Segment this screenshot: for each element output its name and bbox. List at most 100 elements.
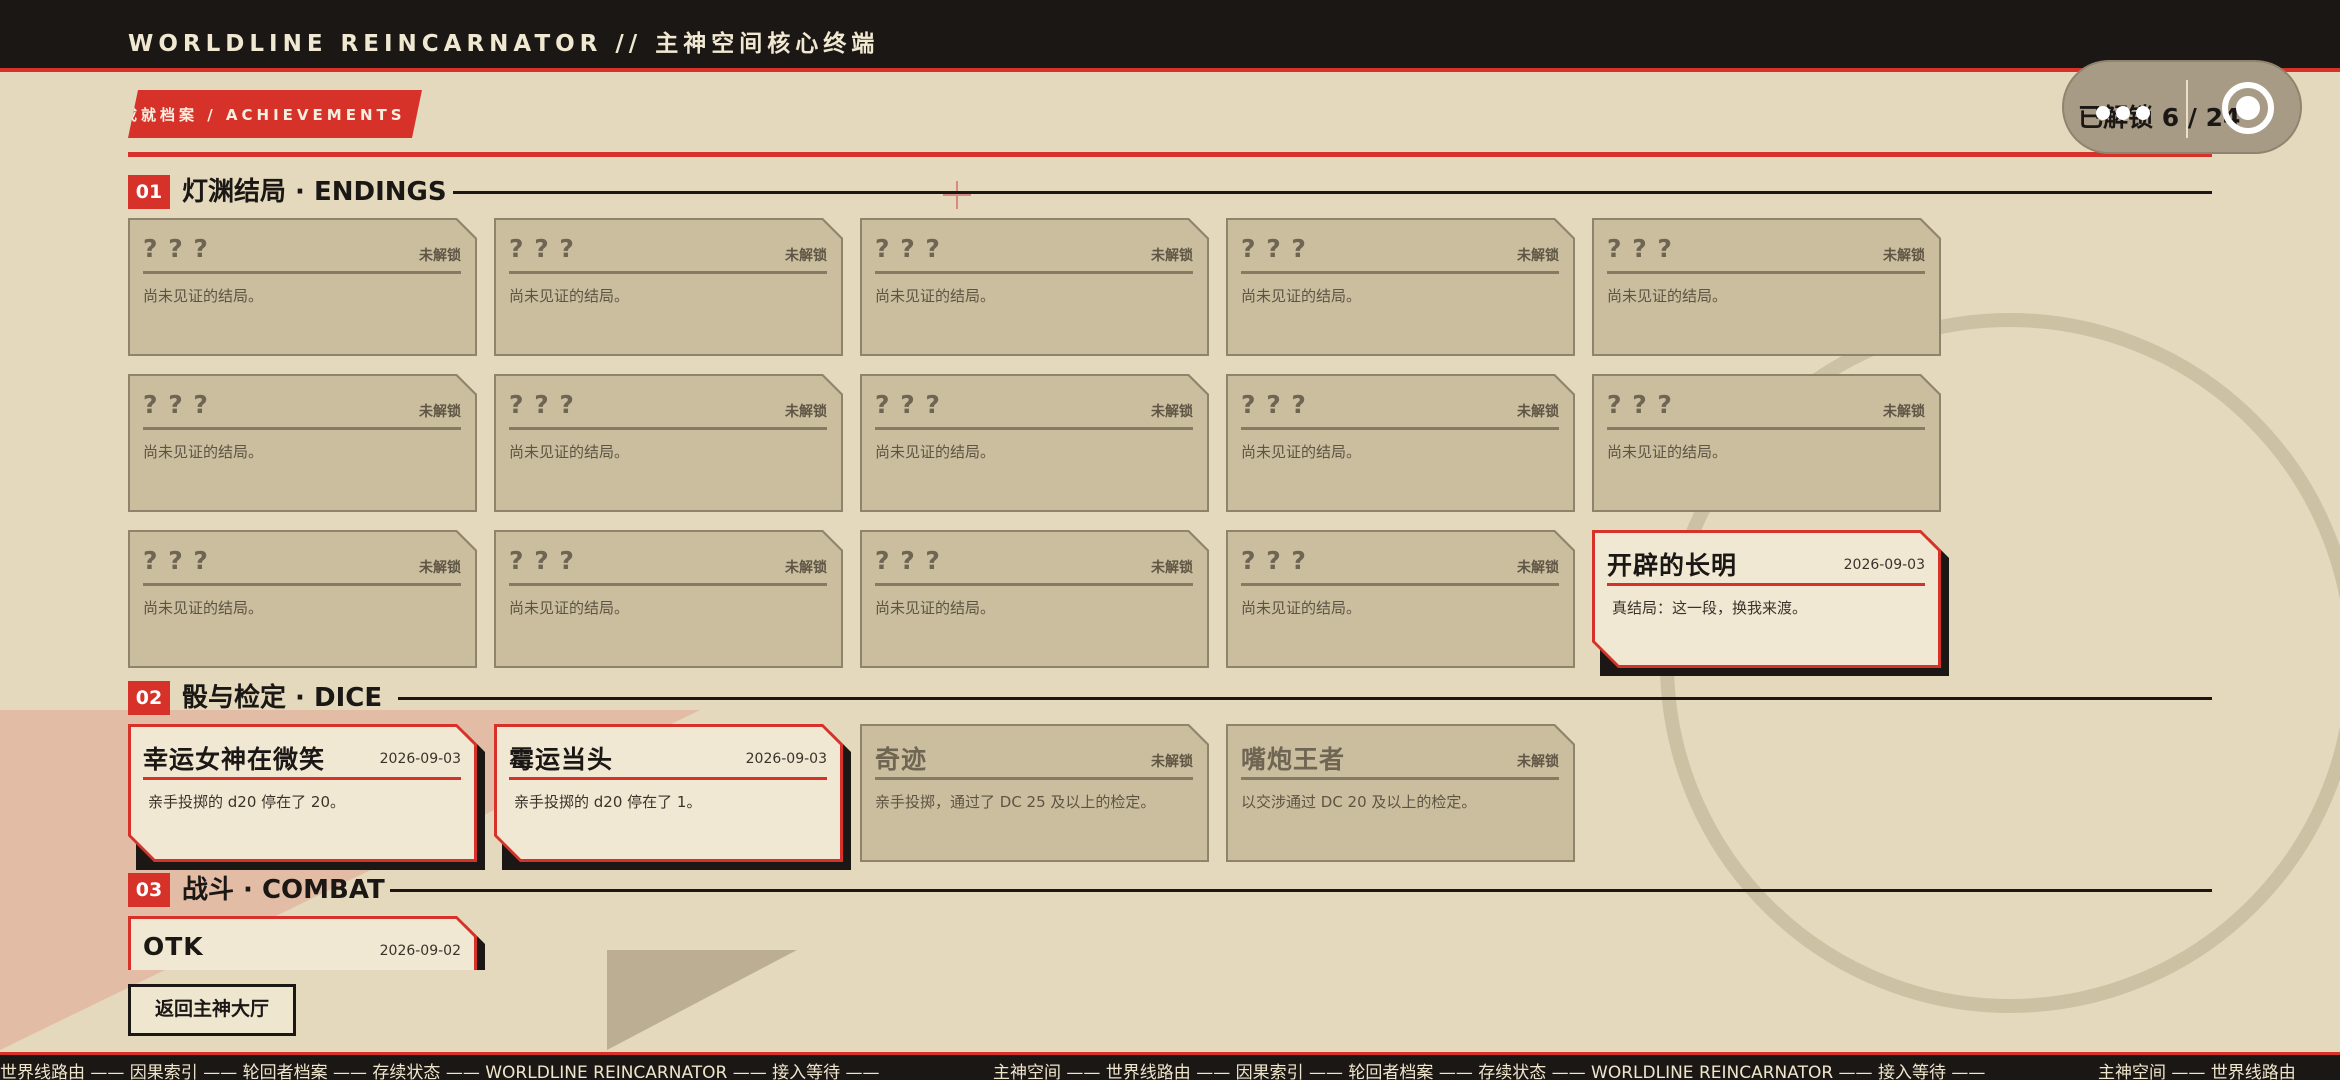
achievement-title: 奇迹: [875, 745, 928, 774]
achievement-card[interactable]: ? ? ? 未解锁 尚未见证的结局。: [1226, 374, 1575, 512]
achievement-date: 2026-09-02: [379, 943, 461, 959]
achievement-card[interactable]: ? ? ? 未解锁尚未见证的结局。: [128, 374, 477, 512]
card-divider: [1241, 427, 1559, 430]
card-divider: [1241, 777, 1559, 780]
card-divider: [509, 271, 827, 274]
card-divider: [1607, 271, 1925, 274]
lock-status-label: 未解锁: [1517, 560, 1559, 576]
category-header-combat: 03 战斗 · COMBAT: [128, 873, 2212, 907]
card-divider: [875, 583, 1193, 586]
achievement-card[interactable]: 幸运女神在微笑 2026-09-03 亲手投掷的 d20 停在了 20。: [128, 724, 477, 862]
return-to-hall-button[interactable]: 返回主神大厅: [128, 984, 296, 1036]
achievement-title: ? ? ?: [875, 546, 941, 575]
lock-status-label: 未解锁: [419, 404, 461, 420]
achievement-description: 尚未见证的结局。: [1241, 443, 1362, 461]
counter-divider: [2186, 80, 2188, 138]
achievement-title: ? ? ?: [875, 390, 941, 419]
achievement-description: 尚未见证的结局。: [1241, 287, 1362, 305]
loading-dots-icon: [2096, 104, 2156, 124]
achievement-card[interactable]: ? ? ? 未解锁 尚未见证的结局。: [860, 530, 1209, 668]
achievement-card[interactable]: ? ? ? 未解锁尚未见证的结局。: [128, 218, 477, 356]
achievement-date: 2026-09-03: [379, 751, 461, 767]
card-divider: [875, 777, 1193, 780]
lock-status-label: 未解锁: [785, 404, 827, 420]
card-divider: [143, 271, 461, 274]
lock-status-label: 未解锁: [1883, 248, 1925, 264]
lock-status-label: 未解锁: [1517, 404, 1559, 420]
achievement-card[interactable]: 奇迹 未解锁亲手投掷，通过了 DC 25 及以上的检定。: [860, 724, 1209, 862]
achievement-title: ? ? ?: [143, 546, 209, 575]
achievement-title: ? ? ?: [1607, 390, 1673, 419]
category-header-dice: 02 骰与检定 · DICE: [128, 681, 2212, 715]
category-divider: [453, 191, 2212, 194]
card-divider: [1607, 583, 1925, 586]
achievement-description: 尚未见证的结局。: [1607, 443, 1728, 461]
target-icon[interactable]: [2222, 82, 2274, 134]
achievement-card[interactable]: ? ? ? 未解锁尚未见证的结局。: [1592, 218, 1941, 356]
category-title: 骰与检定 · DICE: [182, 683, 383, 713]
lock-status-label: 未解锁: [785, 560, 827, 576]
achievement-description: 真结局：这一段，换我来渡。: [1612, 599, 1808, 617]
achievement-description: 尚未见证的结局。: [143, 443, 264, 461]
card-divider: [509, 427, 827, 430]
achievement-card[interactable]: ? ? ? 未解锁 尚未见证的结局。: [128, 530, 477, 668]
achievement-description: 尚未见证的结局。: [875, 599, 996, 617]
top-bar: WORLDLINE REINCARNATOR // 主神空间核心终端: [0, 0, 2340, 72]
achievement-card[interactable]: 嘴炮王者 未解锁 以交涉通过 DC 20 及以上的检定。: [1226, 724, 1575, 862]
ticker-text: 主神空间 —— 世界线路由: [2098, 1063, 2296, 1080]
achievement-card[interactable]: ? ? ? 未解锁尚未见证的结局。: [1592, 374, 1941, 512]
achievement-description: 尚未见证的结局。: [509, 443, 630, 461]
achievement-title: ? ? ?: [875, 234, 941, 263]
achievement-description: 尚未见证的结局。: [1607, 287, 1728, 305]
card-divider: [1241, 271, 1559, 274]
achievement-description: 尚未见证的结局。: [143, 287, 264, 305]
category-divider: [398, 697, 2212, 700]
achievement-title: 开辟的长明: [1607, 551, 1738, 580]
achievement-card[interactable]: ? ? ? 未解锁 尚未见证的结局。: [494, 218, 843, 356]
card-divider: [875, 271, 1193, 274]
achievement-description: 以交涉通过 DC 20 及以上的检定。: [1241, 793, 1477, 811]
category-header-endings: 01 灯渊结局 · ENDINGS: [128, 175, 2212, 209]
achievement-description: 尚未见证的结局。: [509, 287, 630, 305]
achievement-description: 尚未见证的结局。: [509, 599, 630, 617]
category-title: 灯渊结局 · ENDINGS: [182, 177, 447, 207]
achievement-title: ? ? ?: [509, 234, 575, 263]
achievement-title: ? ? ?: [1241, 234, 1307, 263]
achievement-title: ? ? ?: [1607, 234, 1673, 263]
category-number: 01: [128, 175, 170, 209]
lock-status-label: 未解锁: [1151, 754, 1193, 770]
unlock-counter: 已解锁 6 / 24: [2062, 60, 2302, 154]
achievement-card[interactable]: ? ? ? 未解锁 尚未见证的结局。: [494, 374, 843, 512]
achievement-card[interactable]: 开辟的长明 2026-09-03 真结局：这一段，换我来渡。: [1592, 530, 1941, 668]
achievement-title: ? ? ?: [1241, 546, 1307, 575]
card-divider: [509, 583, 827, 586]
lock-status-label: 未解锁: [419, 560, 461, 576]
card-divider: [875, 427, 1193, 430]
lock-status-label: 未解锁: [1151, 404, 1193, 420]
achievement-description: 尚未见证的结局。: [1241, 599, 1362, 617]
achievement-title: ? ? ?: [143, 390, 209, 419]
achievement-card[interactable]: OTK 2026-09-02: [128, 916, 477, 970]
achievement-card[interactable]: ? ? ? 未解锁尚未见证的结局。: [1226, 530, 1575, 668]
card-divider: [143, 427, 461, 430]
achievement-card[interactable]: ? ? ? 未解锁 尚未见证的结局。: [860, 218, 1209, 356]
status-ticker: 世界线路由 —— 因果索引 —— 轮回者档案 —— 存续状态 —— WORLDL…: [0, 1052, 2340, 1080]
achievement-card[interactable]: ? ? ? 未解锁尚未见证的结局。: [860, 374, 1209, 512]
header-divider: [128, 152, 2212, 157]
card-divider: [143, 583, 461, 586]
achievement-description: 尚未见证的结局。: [875, 287, 996, 305]
lock-status-label: 未解锁: [1883, 404, 1925, 420]
achievement-date: 2026-09-03: [745, 751, 827, 767]
achievement-description: 亲手投掷，通过了 DC 25 及以上的检定。: [875, 793, 1156, 811]
lock-status-label: 未解锁: [419, 248, 461, 264]
achievement-card[interactable]: ? ? ? 未解锁 尚未见证的结局。: [1226, 218, 1575, 356]
achievement-card[interactable]: 霉运当头 2026-09-03 亲手投掷的 d20 停在了 1。: [494, 724, 843, 862]
achievement-title: ? ? ?: [143, 234, 209, 263]
achievement-card[interactable]: ? ? ? 未解锁尚未见证的结局。: [494, 530, 843, 668]
achievement-title: ? ? ?: [509, 546, 575, 575]
app-title: WORLDLINE REINCARNATOR // 主神空间核心终端: [128, 31, 880, 57]
decorative-wedge: [607, 950, 797, 1050]
achievement-description: 尚未见证的结局。: [875, 443, 996, 461]
card-divider: [143, 777, 461, 780]
card-divider: [1607, 427, 1925, 430]
